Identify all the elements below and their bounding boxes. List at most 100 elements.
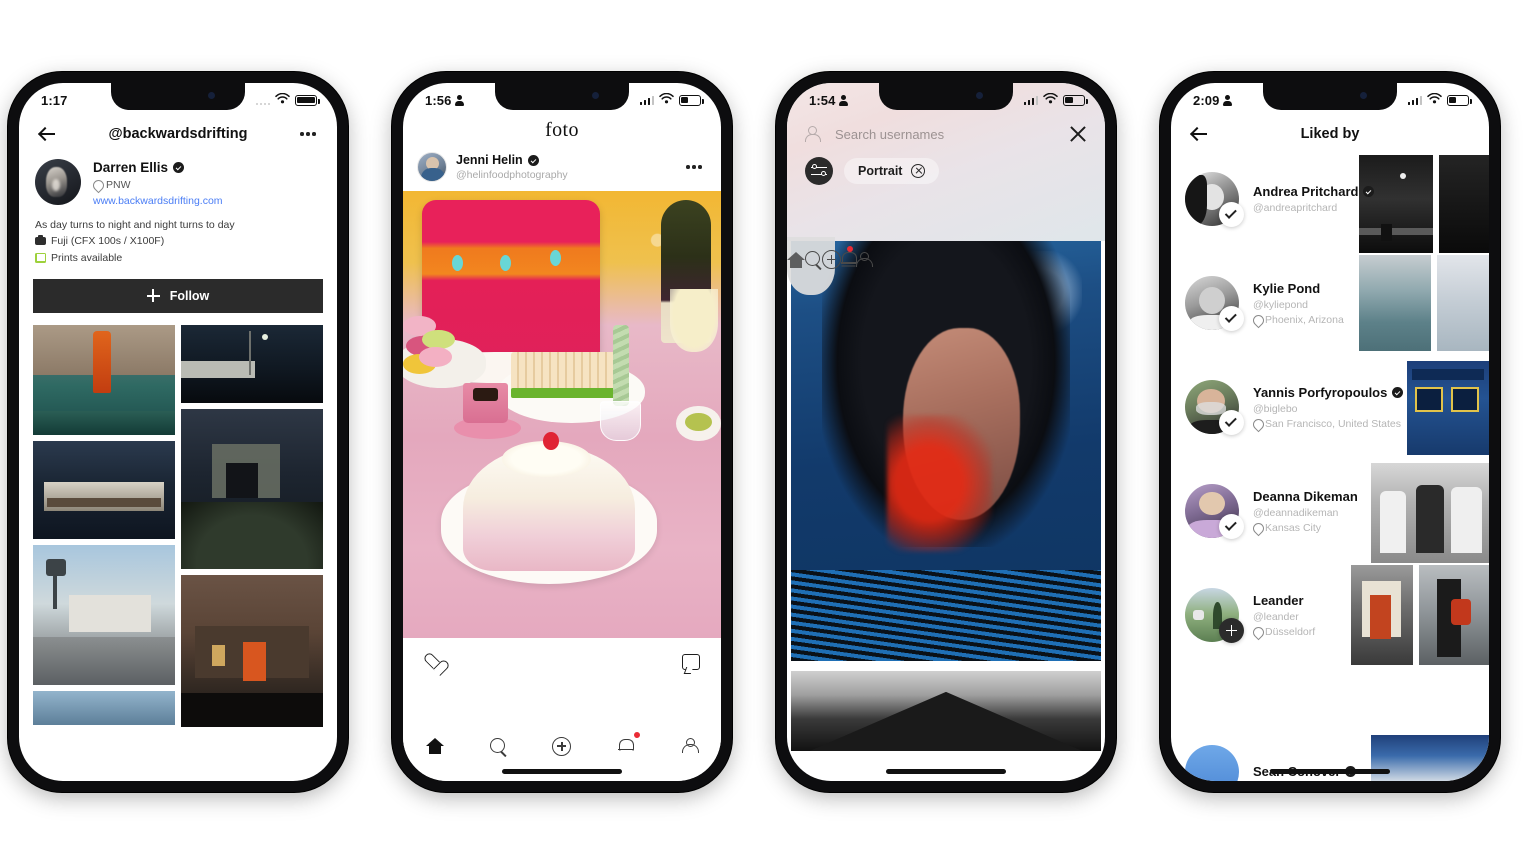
following-check-badge[interactable] xyxy=(1219,306,1244,331)
user-location-label: Düsseldorf xyxy=(1265,625,1316,638)
post-photo[interactable] xyxy=(403,191,721,638)
tab-home[interactable] xyxy=(787,245,805,275)
notch xyxy=(111,83,245,110)
location-pin-icon xyxy=(93,180,102,191)
tab-create[interactable] xyxy=(545,731,579,761)
like-button[interactable] xyxy=(420,649,446,675)
user-name-row: Deanna Dikeman xyxy=(1253,489,1358,504)
avatar-wrapper[interactable] xyxy=(1185,588,1244,643)
tab-search[interactable] xyxy=(481,731,515,761)
photo-garnish xyxy=(511,387,620,399)
tab-search[interactable] xyxy=(805,245,822,275)
more-options-button[interactable] xyxy=(295,121,321,147)
user-thumbnails xyxy=(1359,255,1489,359)
post-more-button[interactable] xyxy=(681,154,707,180)
profile-website-link[interactable]: www.backwardsdrifting.com xyxy=(93,195,223,207)
user-name: Deanna Dikeman xyxy=(1253,488,1358,504)
following-check-badge[interactable] xyxy=(1219,202,1244,227)
notch xyxy=(1263,83,1397,110)
profile-location: PNW xyxy=(93,179,223,191)
add-user-badge[interactable] xyxy=(1219,618,1244,643)
post-author-row: Jenni Helin xyxy=(456,153,568,167)
avatar-wrapper[interactable] xyxy=(1185,380,1244,435)
photo-tile[interactable] xyxy=(181,574,323,727)
tab-notifications[interactable] xyxy=(609,731,643,761)
filter-chip-portrait[interactable]: Portrait xyxy=(844,158,940,184)
avatar[interactable] xyxy=(35,159,81,205)
user-handle: @andreapritchard xyxy=(1253,202,1338,214)
list-item[interactable]: Kylie Pond @kyliepond Phoenix, Arizona xyxy=(1171,251,1489,355)
back-button[interactable] xyxy=(35,121,61,147)
photo-tile[interactable] xyxy=(181,408,323,569)
photo-tile[interactable] xyxy=(181,324,323,403)
status-time-label: 1:56 xyxy=(425,92,452,108)
filter-sliders-icon[interactable] xyxy=(805,157,833,185)
tab-home[interactable] xyxy=(418,731,452,761)
user-text: Kylie Pond @kyliepond Phoenix, Arizona xyxy=(1253,281,1344,326)
bio-text: Fuji (CFX 100s / X100F) xyxy=(51,235,165,248)
bio-line: Prints available xyxy=(35,250,321,266)
bio-text: Prints available xyxy=(51,251,123,264)
follow-label: Follow xyxy=(169,288,210,303)
bio-line: As day turns to night and night turns to… xyxy=(35,217,321,233)
close-icon[interactable] xyxy=(1069,125,1087,143)
phone4-screen: 2:09 Liked by Andrea Pritchard @andreapr… xyxy=(1171,83,1489,781)
list-item[interactable]: Leander @leander Düsseldorf xyxy=(1171,563,1489,667)
arrow-left-icon xyxy=(40,126,56,142)
back-button[interactable] xyxy=(1187,121,1213,147)
user-location: Phoenix, Arizona xyxy=(1253,314,1344,326)
photo-tile[interactable] xyxy=(33,440,175,539)
thumbnail[interactable] xyxy=(1407,361,1489,455)
search-result-next[interactable] xyxy=(791,671,1101,751)
user-name-row: Yannis Porfyropoulos xyxy=(1253,385,1404,400)
tab-profile[interactable] xyxy=(672,731,706,761)
verified-badge-icon xyxy=(527,154,539,166)
location-label: PNW xyxy=(106,179,131,191)
gable-roof-shape xyxy=(809,691,1083,751)
location-pin-icon xyxy=(1253,315,1261,325)
portrait-red-light xyxy=(887,414,993,552)
user-thumbnails xyxy=(1407,361,1489,465)
photo-tile[interactable] xyxy=(33,544,175,685)
thumbnail[interactable] xyxy=(1371,463,1489,563)
avatar-wrapper[interactable] xyxy=(1185,276,1244,331)
user-location-label: Phoenix, Arizona xyxy=(1265,313,1344,326)
following-check-badge[interactable] xyxy=(1219,514,1244,539)
avatar-wrapper[interactable] xyxy=(1185,172,1244,227)
list-item[interactable]: Deanna Dikeman @deannadikeman Kansas Cit… xyxy=(1171,459,1489,563)
plus-icon xyxy=(146,289,160,303)
thumbnail[interactable] xyxy=(1359,155,1433,253)
comment-button[interactable] xyxy=(678,649,704,675)
user-name-row: Kylie Pond xyxy=(1253,281,1344,296)
user-name-row: Leander xyxy=(1253,593,1315,608)
thumbnail[interactable] xyxy=(1437,255,1489,351)
list-item[interactable]: Yannis Porfyropoulos @biglebo San Franci… xyxy=(1171,355,1489,459)
filter-bar: Portrait xyxy=(787,143,1105,185)
thumbnail[interactable] xyxy=(1351,565,1413,665)
tab-notifications[interactable] xyxy=(841,245,857,275)
avatar-wrapper[interactable] xyxy=(1185,484,1244,539)
search-input[interactable] xyxy=(835,126,1059,142)
thumbnail[interactable] xyxy=(1371,735,1489,781)
tab-profile[interactable] xyxy=(856,245,873,275)
plus-circle-icon xyxy=(552,736,572,756)
thumbnail[interactable] xyxy=(1439,155,1489,253)
avatar[interactable] xyxy=(417,152,447,182)
follow-button[interactable]: Follow xyxy=(33,278,323,313)
following-check-badge[interactable] xyxy=(1219,410,1244,435)
photo-coffee-cup xyxy=(463,383,508,424)
avatar[interactable] xyxy=(1185,745,1239,781)
thumbnail[interactable] xyxy=(1419,565,1489,665)
tab-create[interactable] xyxy=(822,245,841,275)
remove-circle-icon[interactable] xyxy=(911,164,926,178)
photo-tile[interactable] xyxy=(33,324,175,435)
list-item[interactable]: Andrea Pritchard @andreapritchard xyxy=(1171,147,1489,253)
photo-tile[interactable] xyxy=(33,690,175,725)
battery-icon xyxy=(295,94,320,106)
thumbnail[interactable] xyxy=(1359,255,1431,351)
page-title: @backwardsdrifting xyxy=(108,126,248,142)
notch xyxy=(879,83,1013,110)
status-indicators xyxy=(639,91,704,109)
liked-by-list[interactable]: Andrea Pritchard @andreapritchard Kylie … xyxy=(1171,147,1489,781)
phone-mockup-profile: 1:17 @backwardsdrifting Darren Ellis PNW… xyxy=(8,72,348,792)
